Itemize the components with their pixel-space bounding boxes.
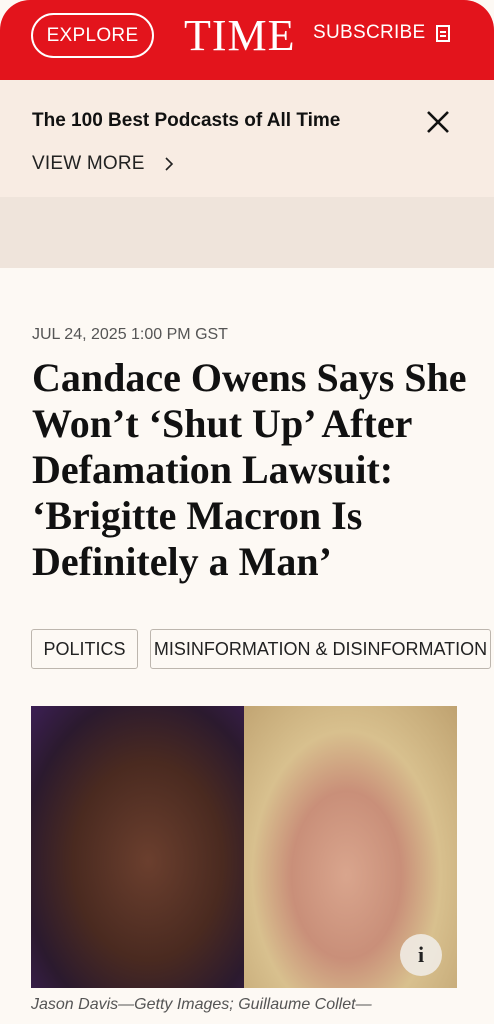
close-icon[interactable] <box>425 109 451 135</box>
article-photo <box>31 706 457 988</box>
tag-misinformation[interactable]: MISINFORMATION & DISINFORMATION <box>150 629 491 669</box>
article-dateline: JUL 24, 2025 1:00 PM GST <box>32 326 228 343</box>
promo-banner: The 100 Best Podcasts of All Time VIEW M… <box>0 80 494 197</box>
photo-credit: Jason Davis—Getty Images; Guillaume Coll… <box>31 996 372 1013</box>
photo-info-button[interactable]: i <box>400 934 442 976</box>
view-more-label: VIEW MORE <box>32 153 145 174</box>
tag-politics[interactable]: POLITICS <box>31 629 138 669</box>
newspaper-icon <box>435 24 450 42</box>
time-logo[interactable]: TIME <box>184 8 296 64</box>
ad-placeholder <box>0 197 494 268</box>
photo-candace-owens <box>31 706 244 988</box>
view-more-link[interactable]: VIEW MORE <box>32 153 177 175</box>
subscribe-label: SUBSCRIBE <box>313 22 426 43</box>
subscribe-button[interactable]: SUBSCRIBE <box>313 22 450 44</box>
article-headline: Candace Owens Says She Won’t ‘Shut Up’ A… <box>32 355 467 584</box>
promo-title[interactable]: The 100 Best Podcasts of All Time <box>32 110 340 132</box>
chevron-right-icon <box>165 157 173 171</box>
explore-button[interactable]: EXPLORE <box>31 13 154 58</box>
top-bar: EXPLORE TIME SUBSCRIBE <box>0 0 494 80</box>
